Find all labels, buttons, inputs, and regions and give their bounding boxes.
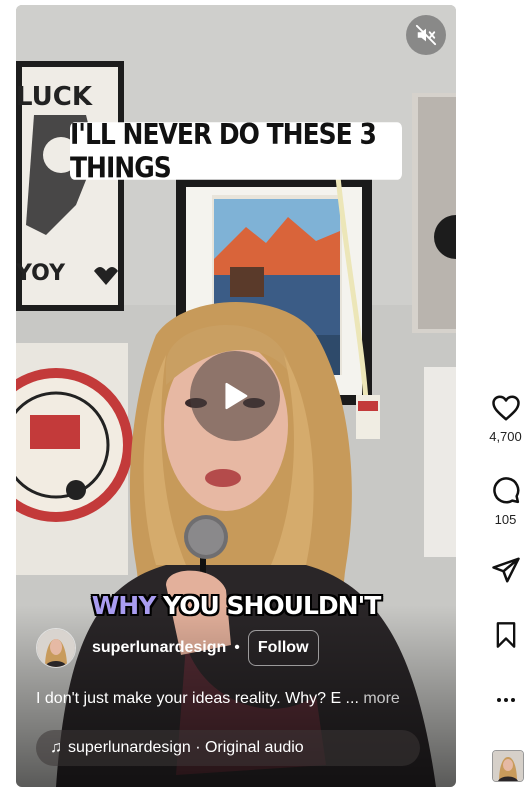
follow-button[interactable]: Follow bbox=[247, 630, 319, 666]
author-username[interactable]: superlunardesign bbox=[92, 639, 226, 657]
play-icon bbox=[225, 382, 248, 410]
comment-count: 105 bbox=[494, 512, 517, 527]
speaker-muted-icon bbox=[415, 24, 437, 46]
more-options-action[interactable] bbox=[486, 688, 525, 717]
audio-label: superlunardesign · Original audio bbox=[68, 739, 304, 756]
subtitle-highlight: WHY bbox=[91, 591, 157, 620]
video-subtitle: WHY YOU SHOULDN'T bbox=[16, 591, 456, 620]
music-note-icon: ♫ bbox=[50, 739, 62, 756]
separator-dot: • bbox=[234, 639, 240, 656]
heart-icon bbox=[491, 395, 520, 421]
play-button[interactable] bbox=[190, 351, 280, 441]
share-action[interactable] bbox=[486, 555, 525, 590]
svg-text:YOY: YOY bbox=[16, 261, 66, 286]
more-link[interactable]: more bbox=[363, 690, 399, 707]
comment-bubble-icon bbox=[492, 477, 519, 504]
video-caption-top: I'LL NEVER DO THESE 3 THINGS bbox=[70, 118, 402, 184]
author-row: superlunardesign • Follow bbox=[36, 628, 436, 668]
bookmark-icon bbox=[496, 622, 515, 648]
description-ellipsis: ... bbox=[341, 690, 364, 707]
save-action[interactable] bbox=[486, 620, 525, 655]
audio-pill[interactable]: ♫ superlunardesign · Original audio bbox=[36, 730, 420, 766]
like-count: 4,700 bbox=[489, 429, 522, 444]
reel-video[interactable]: LUCK YOY I'LL NEVER DO THESE 3 THINGS WH… bbox=[16, 5, 456, 787]
action-sidebar: 4,700 105 bbox=[486, 0, 525, 802]
more-horizontal-icon bbox=[496, 698, 515, 702]
mute-button[interactable] bbox=[406, 15, 446, 55]
audio-thumbnail[interactable] bbox=[492, 750, 524, 782]
description-text: I don't just make your ideas reality. Wh… bbox=[36, 690, 342, 707]
avatar[interactable] bbox=[36, 628, 76, 668]
paper-plane-icon bbox=[491, 557, 520, 583]
comment-action[interactable]: 105 bbox=[486, 475, 525, 527]
subtitle-text: YOU SHOULDN'T bbox=[155, 591, 381, 620]
description: I don't just make your ideas reality. Wh… bbox=[36, 690, 446, 708]
like-action[interactable]: 4,700 bbox=[486, 394, 525, 444]
svg-text:LUCK: LUCK bbox=[16, 82, 93, 112]
